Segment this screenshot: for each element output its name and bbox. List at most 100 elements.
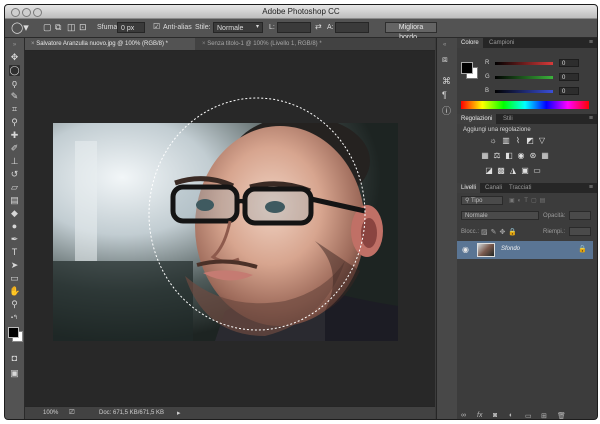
marquee-tool-preset-icon[interactable]: ◯▾ bbox=[11, 21, 29, 34]
channel-b-label: B bbox=[485, 88, 490, 94]
black-white-icon[interactable]: ◧ bbox=[505, 152, 513, 160]
hand-tool-icon[interactable]: ✋ bbox=[9, 286, 20, 297]
history-brush-tool-icon[interactable]: ↺ bbox=[9, 169, 20, 180]
panel-menu-icon[interactable]: ≡ bbox=[589, 115, 593, 122]
healing-brush-tool-icon[interactable]: ✚ bbox=[9, 130, 20, 141]
tab-livelli[interactable]: Livelli bbox=[457, 183, 481, 193]
opacity-input[interactable] bbox=[569, 211, 591, 220]
posterize-icon[interactable]: ▩ bbox=[497, 167, 505, 175]
rectangle-tool-icon[interactable]: ▭ bbox=[9, 273, 20, 284]
refine-edge-button[interactable]: Migliora bordo... bbox=[385, 22, 437, 41]
curves-icon[interactable]: ⌇ bbox=[514, 137, 522, 145]
type-tool-icon[interactable]: T bbox=[9, 247, 20, 258]
expand-panels-icon[interactable]: « bbox=[443, 42, 446, 48]
layer-filter-select[interactable]: ⚲ Tipo bbox=[461, 196, 503, 205]
gradient-map-icon[interactable]: ▭ bbox=[533, 167, 541, 175]
eraser-tool-icon[interactable]: ▱ bbox=[9, 182, 20, 193]
adjustment-layer-icon[interactable]: ◐ bbox=[509, 412, 513, 419]
eyedropper-tool-icon[interactable]: ⚲ bbox=[9, 117, 20, 128]
paragraph-panel-icon[interactable]: ¶ bbox=[442, 90, 447, 100]
tab-regolazioni[interactable]: Regolazioni bbox=[457, 114, 497, 124]
layer-row-sfondo[interactable]: ◉ Sfondo 🔒 bbox=[457, 241, 593, 259]
gradient-tool-icon[interactable]: ▤ bbox=[9, 195, 20, 206]
tab-canali[interactable]: Canali bbox=[481, 183, 506, 193]
tab-senza-titolo[interactable]: × Senza titolo-1 @ 100% (Livello 1, RGB/… bbox=[196, 38, 356, 50]
color-spectrum-bar[interactable] bbox=[461, 101, 589, 109]
lasso-tool-icon[interactable]: ϙ bbox=[9, 78, 20, 89]
levels-icon[interactable]: ▥ bbox=[502, 137, 510, 145]
layer-style-fx-icon[interactable]: fx bbox=[477, 412, 482, 419]
color-balance-icon[interactable]: ⚖ bbox=[493, 152, 501, 160]
feather-input[interactable]: 0 px bbox=[117, 22, 145, 33]
height-input[interactable] bbox=[335, 22, 369, 33]
tab-stili[interactable]: Stili bbox=[499, 114, 517, 124]
exposure-icon[interactable]: ◩ bbox=[526, 137, 534, 145]
blend-mode-select[interactable]: Normale bbox=[461, 211, 539, 220]
fill-input[interactable] bbox=[569, 227, 591, 236]
elliptical-marquee-tool-icon[interactable]: ◯ bbox=[9, 65, 20, 76]
document-canvas[interactable] bbox=[25, 51, 435, 406]
zoom-tool-icon[interactable]: ⚲ bbox=[9, 299, 20, 310]
screen-mode-icon[interactable]: ▣ bbox=[9, 368, 20, 379]
intersect-selection-icon[interactable]: ⊡ bbox=[79, 22, 87, 33]
status-menu-arrow-icon[interactable]: ▸ bbox=[177, 409, 181, 417]
close-tab-icon[interactable]: × bbox=[31, 41, 35, 47]
panel-collapse-icon[interactable]: » bbox=[9, 40, 20, 51]
photo-filter-icon[interactable]: ◉ bbox=[517, 152, 525, 160]
panel-menu-icon[interactable]: ≡ bbox=[589, 39, 593, 46]
tab-campioni[interactable]: Campioni bbox=[485, 38, 518, 48]
swap-dimensions-icon[interactable]: ⇄ bbox=[315, 22, 322, 31]
channel-r-value[interactable]: 0 bbox=[559, 59, 579, 67]
invert-icon[interactable]: ◪ bbox=[485, 167, 493, 175]
color-lookup-icon[interactable]: ▦ bbox=[541, 152, 549, 160]
add-selection-icon[interactable]: ⧉ bbox=[55, 22, 61, 33]
dodge-tool-icon[interactable]: ● bbox=[9, 221, 20, 232]
channel-g-value[interactable]: 0 bbox=[559, 73, 579, 81]
blur-tool-icon[interactable]: ◆ bbox=[9, 208, 20, 219]
width-input[interactable] bbox=[277, 22, 311, 33]
vibrance-icon[interactable]: ▽ bbox=[538, 137, 546, 145]
delete-layer-icon[interactable]: 🗑 bbox=[557, 412, 566, 419]
canvas-area[interactable] bbox=[25, 51, 435, 406]
threshold-icon[interactable]: ◮ bbox=[509, 167, 517, 175]
channel-b-slider[interactable] bbox=[495, 90, 553, 93]
move-tool-icon[interactable]: ✥ bbox=[9, 52, 20, 63]
status-icon[interactable]: ⎚ bbox=[69, 409, 75, 417]
zoom-level[interactable]: 100% bbox=[43, 410, 58, 416]
channel-mixer-icon[interactable]: ⊛ bbox=[529, 152, 537, 160]
crop-tool-icon[interactable]: ⌗ bbox=[9, 104, 20, 115]
brush-tool-icon[interactable]: ✐ bbox=[9, 143, 20, 154]
clone-stamp-tool-icon[interactable]: ⊥ bbox=[9, 156, 20, 167]
path-selection-tool-icon[interactable]: ➤ bbox=[9, 260, 20, 271]
history-panel-icon[interactable]: ⧈ bbox=[442, 54, 448, 65]
quick-mask-icon[interactable]: ◘ bbox=[9, 353, 20, 364]
channel-b-value[interactable]: 0 bbox=[559, 87, 579, 95]
eye-visibility-icon[interactable]: ◉ bbox=[462, 245, 469, 254]
new-layer-icon[interactable]: ⊞ bbox=[541, 412, 547, 419]
character-panel-icon[interactable]: ⌘ bbox=[442, 76, 451, 87]
pen-tool-icon[interactable]: ✒ bbox=[9, 234, 20, 245]
quick-selection-tool-icon[interactable]: ✎ bbox=[9, 91, 20, 102]
new-group-icon[interactable]: ▭ bbox=[525, 412, 532, 419]
layer-filter-icons[interactable]: ▣◐T▢▤ bbox=[509, 197, 548, 204]
brightness-contrast-icon[interactable]: ☼ bbox=[489, 137, 497, 145]
tab-tracciati[interactable]: Tracciati bbox=[505, 183, 535, 193]
subtract-selection-icon[interactable]: ◫ bbox=[67, 22, 76, 33]
tab-colore[interactable]: Colore bbox=[457, 38, 483, 48]
foreground-color-swatch[interactable] bbox=[8, 327, 19, 338]
info-panel-icon[interactable]: ⓘ bbox=[442, 104, 451, 117]
channel-g-slider[interactable] bbox=[495, 76, 553, 79]
tab-salvatore-aranzulla[interactable]: × Salvatore Aranzulla nuovo.jpg @ 100% (… bbox=[25, 38, 195, 50]
panel-menu-icon[interactable]: ≡ bbox=[589, 184, 593, 191]
default-colors-icon[interactable]: ▪↰ bbox=[9, 313, 20, 324]
link-layers-icon[interactable]: ∞ bbox=[461, 412, 466, 419]
close-tab-icon[interactable]: × bbox=[202, 41, 206, 47]
selective-color-icon[interactable]: ▣ bbox=[521, 167, 529, 175]
lock-icons[interactable]: ▨✎✥🔒 bbox=[481, 228, 520, 236]
add-mask-icon[interactable]: ◙ bbox=[493, 412, 497, 419]
new-selection-icon[interactable]: ▢ bbox=[43, 22, 52, 33]
channel-r-slider[interactable] bbox=[495, 62, 553, 65]
foreground-color-swatch[interactable] bbox=[461, 62, 473, 74]
hue-saturation-icon[interactable]: ▦ bbox=[481, 152, 489, 160]
antialias-checkbox[interactable]: ☑ bbox=[153, 22, 160, 31]
